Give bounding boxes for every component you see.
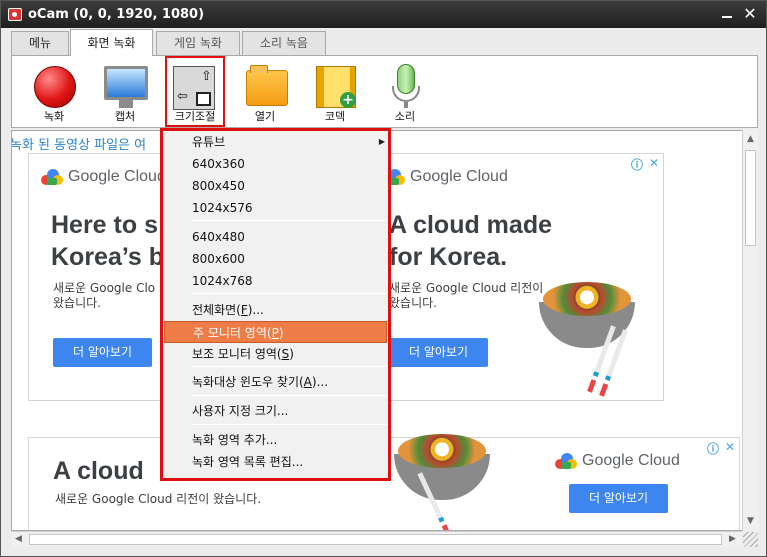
vertical-scroll-thumb[interactable] [745, 150, 756, 246]
menu-item-1024x576[interactable]: 1024x576 [163, 197, 388, 219]
folder-icon [246, 65, 288, 106]
ad-sub-left-1: 새로운 Google Clo [53, 281, 156, 295]
open-label: 열기 [254, 110, 276, 123]
ad-info-icon[interactable]: ⓘ [631, 156, 643, 173]
ad-headline-left-2: Korea’s b [51, 243, 165, 271]
menu-item-fullscreen[interactable]: 전체화면(F)... [163, 299, 388, 321]
learn-more-button-right[interactable]: 더 알아보기 [389, 338, 488, 367]
menu-item-800x600[interactable]: 800x600 [163, 248, 388, 270]
window-title: oCam (0, 0, 1920, 1080) [28, 7, 205, 22]
ad2-headline: A cloud [53, 457, 144, 485]
title-bar[interactable]: oCam (0, 0, 1920, 1080) ✕ [1, 1, 766, 28]
horizontal-scrollbar[interactable]: ◀ ▶ [11, 531, 742, 547]
learn-more-button-left[interactable]: 더 알아보기 [53, 338, 152, 367]
saved-files-link[interactable]: 녹화 된 동영상 파일은 여 [12, 134, 146, 153]
submenu-arrow-icon: ▶ [378, 137, 385, 146]
ad-close-icon[interactable]: ✕ [725, 440, 735, 454]
google-cloud-logo-left: Google Cloud [41, 168, 166, 186]
resize-highlight-frame [165, 56, 225, 127]
minimize-button[interactable] [718, 5, 736, 23]
google-cloud-icon [555, 453, 577, 469]
scroll-right-icon[interactable]: ▶ [729, 534, 736, 544]
plus-icon: + [340, 92, 356, 108]
vertical-scrollbar[interactable]: ▲ ▼ [742, 130, 758, 531]
ad-info-icon[interactable]: ⓘ [707, 440, 719, 457]
menu-item-primary-monitor[interactable]: 주 모니터 영역(P) [164, 321, 387, 343]
resize-dropdown-menu: 유튜브 ▶ 640x360 800x450 1024x576 640x480 8… [160, 128, 391, 481]
tab-bar: 메뉴 화면 녹화 게임 녹화 소리 녹음 [11, 29, 761, 56]
close-button[interactable]: ✕ [741, 5, 759, 23]
menu-item-custom-size[interactable]: 사용자 지정 크기... [163, 400, 388, 422]
record-button[interactable]: 녹화 [24, 60, 84, 126]
google-cloud-text: Google Cloud [582, 452, 680, 469]
monitor-icon [104, 66, 148, 100]
horizontal-scroll-thumb[interactable] [29, 534, 722, 545]
codec-label: 코덱 [324, 110, 346, 123]
ad-sub-right-1: 새로운 Google Cloud 리전이 [389, 281, 544, 295]
microphone-stand-icon [392, 86, 420, 102]
google-cloud-icon [41, 169, 63, 185]
google-cloud-text: Google Cloud [410, 168, 508, 185]
scroll-down-icon[interactable]: ▼ [747, 516, 754, 526]
menu-item-800x450[interactable]: 800x450 [163, 175, 388, 197]
capture-label: 캡처 [114, 110, 136, 123]
menu-item-youtube[interactable]: 유튜브 ▶ [163, 131, 388, 153]
menu-item-640x360[interactable]: 640x360 [163, 153, 388, 175]
capture-button[interactable]: 캡처 [95, 60, 155, 126]
google-cloud-logo-right: Google Cloud [383, 168, 508, 186]
scroll-up-icon[interactable]: ▲ [747, 134, 754, 144]
ocam-app-icon [8, 8, 22, 21]
sound-button[interactable]: 소리 [375, 60, 435, 126]
ad-sub-right-2: 왔습니다. [389, 296, 437, 310]
learn-more-button-bottom[interactable]: 더 알아보기 [569, 484, 668, 513]
bibimbap-bowl-image [539, 282, 649, 397]
monitor-stand-icon [119, 100, 133, 108]
record-label: 녹화 [43, 110, 65, 123]
menu-item-find-window[interactable]: 녹화대상 윈도우 찾기(A)... [163, 371, 388, 393]
ad-headline-right-1: A cloud made [389, 211, 552, 239]
menu-separator [191, 220, 387, 221]
tab-sound-record[interactable]: 소리 녹음 [242, 31, 326, 55]
record-icon [34, 66, 76, 108]
google-cloud-logo-bottom: Google Cloud [555, 452, 680, 470]
codec-button[interactable]: + 코덱 [305, 60, 365, 126]
menu-item-edit-area-list[interactable]: 녹화 영역 목록 편집... [163, 451, 388, 473]
bibimbap-bowl-image [394, 434, 504, 530]
menu-separator [191, 424, 387, 425]
menu-item-1024x768[interactable]: 1024x768 [163, 270, 388, 292]
ad2-sub: 새로운 Google Cloud 리전이 왔습니다. [55, 492, 262, 506]
tab-menu[interactable]: 메뉴 [11, 31, 69, 55]
menu-item-secondary-monitor[interactable]: 보조 모니터 영역(S) [163, 343, 388, 365]
ad-headline-right-2: for Korea. [389, 243, 508, 271]
tab-game-record[interactable]: 게임 녹화 [156, 31, 240, 55]
menu-item-label: 유튜브 [192, 135, 226, 149]
menu-separator [191, 395, 387, 396]
sound-label: 소리 [394, 110, 416, 123]
resize-grip-icon[interactable] [743, 532, 758, 547]
ad-headline-left-1: Here to s [51, 211, 158, 239]
menu-item-add-area[interactable]: 녹화 영역 추가... [163, 429, 388, 451]
google-cloud-text: Google Cloud [68, 168, 166, 185]
scroll-left-icon[interactable]: ◀ [15, 534, 22, 544]
tab-screen-record[interactable]: 화면 녹화 [70, 29, 153, 56]
ad-sub-left-2: 왔습니다. [53, 296, 101, 310]
open-button[interactable]: 열기 [235, 60, 295, 126]
menu-separator [191, 293, 387, 294]
menu-item-640x480[interactable]: 640x480 [163, 226, 388, 248]
ocam-window: oCam (0, 0, 1920, 1080) ✕ 메뉴 화면 녹화 게임 녹화… [0, 0, 767, 557]
menu-separator [191, 366, 387, 367]
toolbar: 녹화 캡처 ⇧ ⇦ 크기조절 열기 + 코덱 소리 [11, 55, 758, 128]
ad-close-icon[interactable]: ✕ [649, 156, 659, 170]
